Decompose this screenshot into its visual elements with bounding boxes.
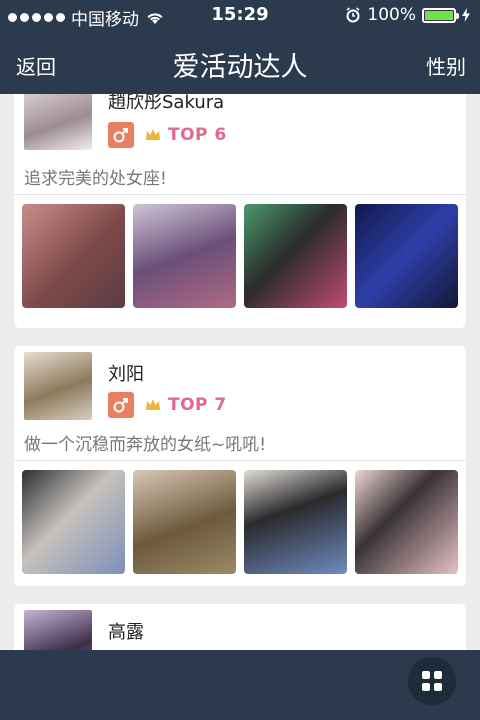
badge-row: TOP 7 <box>108 392 227 418</box>
page-title: 爱活动达人 <box>172 52 308 83</box>
alarm-icon <box>346 7 360 23</box>
user-name[interactable]: 趙欣彤Sakura <box>108 94 224 114</box>
photo-thumbnail[interactable] <box>133 470 236 574</box>
photo-row <box>22 204 458 308</box>
menu-grid-button[interactable] <box>408 657 456 705</box>
battery-percent: 100% <box>367 5 416 25</box>
user-card[interactable]: 趙欣彤Sakura TOP 6 追求完美的处女座! <box>14 94 466 328</box>
user-card[interactable]: 刘阳 TOP 7 做一个沉稳而奔放的女纸~吼吼! <box>14 346 466 586</box>
battery-icon <box>422 7 459 23</box>
user-motto: 追求完美的处女座! <box>24 169 167 189</box>
gender-badge <box>108 392 134 418</box>
crown-icon <box>146 129 160 140</box>
gender-filter-button[interactable]: 性别 <box>426 51 466 80</box>
rank-label: TOP 6 <box>168 125 227 145</box>
photo-thumbnail[interactable] <box>355 204 458 308</box>
status-right: 100% <box>345 5 470 25</box>
nav-bar: 返回 爱活动达人 性别 <box>0 32 480 94</box>
badge-row: TOP 6 <box>108 122 227 148</box>
status-bar: 中国移动 15:29 100% <box>0 0 480 32</box>
user-card[interactable]: 高露 <box>14 604 466 650</box>
photo-thumbnail[interactable] <box>22 204 125 308</box>
photo-thumbnail[interactable] <box>22 470 125 574</box>
divider <box>14 460 466 461</box>
photo-thumbnail[interactable] <box>244 470 347 574</box>
grid-icon-cell <box>434 671 442 679</box>
divider <box>14 194 466 195</box>
rank-label: TOP 7 <box>168 395 227 415</box>
grid-icon <box>422 671 430 679</box>
user-motto: 做一个沉稳而奔放的女纸~吼吼! <box>24 435 267 455</box>
photo-thumbnail[interactable] <box>133 204 236 308</box>
crown-icon <box>146 399 160 410</box>
male-symbol-icon <box>113 128 128 143</box>
avatar[interactable] <box>24 352 92 420</box>
user-name[interactable]: 高露 <box>108 618 144 644</box>
male-symbol-icon <box>113 398 128 413</box>
charging-icon <box>462 8 470 22</box>
user-name[interactable]: 刘阳 <box>108 360 144 386</box>
grid-icon-cell <box>434 683 442 691</box>
user-list[interactable]: 趙欣彤Sakura TOP 6 追求完美的处女座! 刘阳 TOP 7 做一个沉稳… <box>0 94 480 650</box>
avatar[interactable] <box>24 610 92 650</box>
grid-icon-cell <box>422 683 430 691</box>
photo-thumbnail[interactable] <box>355 470 458 574</box>
gender-badge <box>108 122 134 148</box>
photo-thumbnail[interactable] <box>244 204 347 308</box>
photo-row <box>22 470 458 574</box>
avatar[interactable] <box>24 94 92 150</box>
